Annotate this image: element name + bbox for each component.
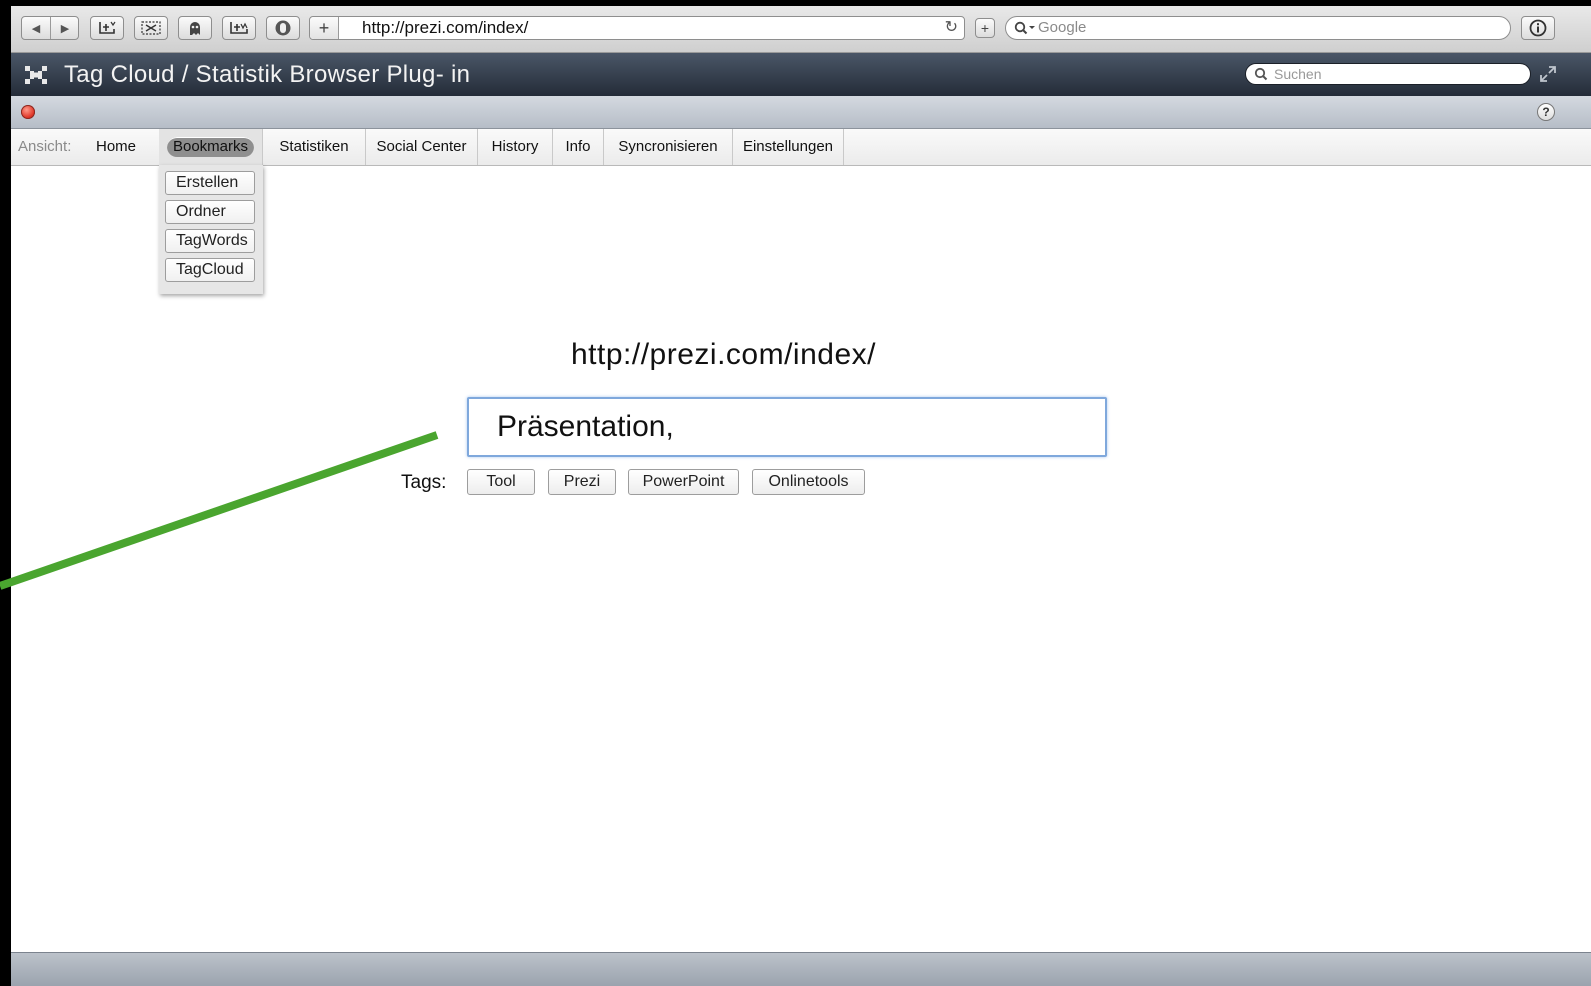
expand-icon[interactable] bbox=[1539, 65, 1557, 83]
view-navbar: Ansicht: Home Bookmarks Statistiken Soci… bbox=[11, 129, 1591, 166]
search-icon bbox=[1014, 21, 1035, 35]
tag-cloud-logo-icon bbox=[25, 66, 47, 84]
search-icon bbox=[1254, 67, 1268, 81]
tab-info[interactable]: Info bbox=[553, 129, 604, 165]
plugin-title: Tag Cloud / Statistik Browser Plug- in bbox=[64, 61, 471, 88]
tab-statistiken[interactable]: Statistiken bbox=[263, 129, 366, 165]
add-bookmark-button[interactable]: + bbox=[975, 18, 995, 38]
help-icon[interactable]: ? bbox=[1537, 103, 1555, 121]
page-url-heading: http://prezi.com/index/ bbox=[571, 338, 876, 371]
address-bar[interactable]: + http://prezi.com/index/ ↻ bbox=[309, 16, 965, 40]
plugin-title-bar: Tag Cloud / Statistik Browser Plug- in S… bbox=[11, 53, 1591, 96]
tag-button-tool[interactable]: Tool bbox=[467, 469, 535, 495]
tab-social-center[interactable]: Social Center bbox=[366, 129, 478, 165]
menu-item-tagcloud[interactable]: TagCloud bbox=[165, 258, 255, 282]
plugin-search-input[interactable]: Suchen bbox=[1245, 63, 1531, 85]
bookmark-add-icon[interactable] bbox=[90, 16, 124, 40]
search-placeholder: Google bbox=[1038, 19, 1087, 36]
tag-button-onlinetools[interactable]: Onlinetools bbox=[752, 469, 865, 495]
google-search-input[interactable]: Google bbox=[1005, 16, 1511, 40]
bookmark-tag-icon[interactable] bbox=[222, 16, 256, 40]
tab-history[interactable]: History bbox=[478, 129, 553, 165]
tag-button-powerpoint[interactable]: PowerPoint bbox=[628, 469, 739, 495]
bookmarks-dropdown: Erstellen Ordner TagWords TagCloud bbox=[159, 165, 263, 294]
hand-icon[interactable] bbox=[266, 16, 300, 40]
ghost-icon[interactable] bbox=[178, 16, 212, 40]
close-icon[interactable] bbox=[21, 105, 35, 119]
new-tab-button[interactable]: + bbox=[310, 17, 339, 39]
tags-label: Tags: bbox=[401, 472, 447, 493]
tag-button-prezi[interactable]: Prezi bbox=[548, 469, 616, 495]
menu-item-erstellen[interactable]: Erstellen bbox=[165, 171, 255, 195]
tab-bookmarks[interactable]: Bookmarks bbox=[159, 129, 263, 165]
plugin-search-placeholder: Suchen bbox=[1274, 66, 1322, 82]
cut-icon[interactable] bbox=[134, 16, 168, 40]
plugin-sub-bar: ? bbox=[11, 96, 1591, 129]
info-icon[interactable] bbox=[1521, 16, 1555, 40]
tab-home[interactable]: Home bbox=[85, 129, 147, 165]
view-label: Ansicht: bbox=[18, 138, 72, 155]
status-bar bbox=[11, 952, 1591, 986]
app-window: ◀ ▶ + http://prezi.com/index/ ↻ + Google bbox=[11, 6, 1591, 986]
forward-arrow-icon[interactable]: ▶ bbox=[51, 17, 79, 39]
address-text[interactable]: http://prezi.com/index/ bbox=[362, 17, 528, 39]
back-arrow-icon[interactable]: ◀ bbox=[22, 17, 51, 39]
menu-item-ordner[interactable]: Ordner bbox=[165, 200, 255, 224]
reload-icon[interactable]: ↻ bbox=[945, 17, 958, 39]
tab-einstellungen[interactable]: Einstellungen bbox=[733, 129, 844, 165]
browser-toolbar: ◀ ▶ + http://prezi.com/index/ ↻ + Google bbox=[11, 6, 1591, 53]
menu-item-tagwords[interactable]: TagWords bbox=[165, 229, 255, 253]
tab-syncronisieren[interactable]: Syncronisieren bbox=[604, 129, 733, 165]
history-nav-group: ◀ ▶ bbox=[21, 16, 79, 40]
tag-input[interactable] bbox=[467, 397, 1107, 457]
tab-bookmarks-label: Bookmarks bbox=[166, 137, 255, 158]
